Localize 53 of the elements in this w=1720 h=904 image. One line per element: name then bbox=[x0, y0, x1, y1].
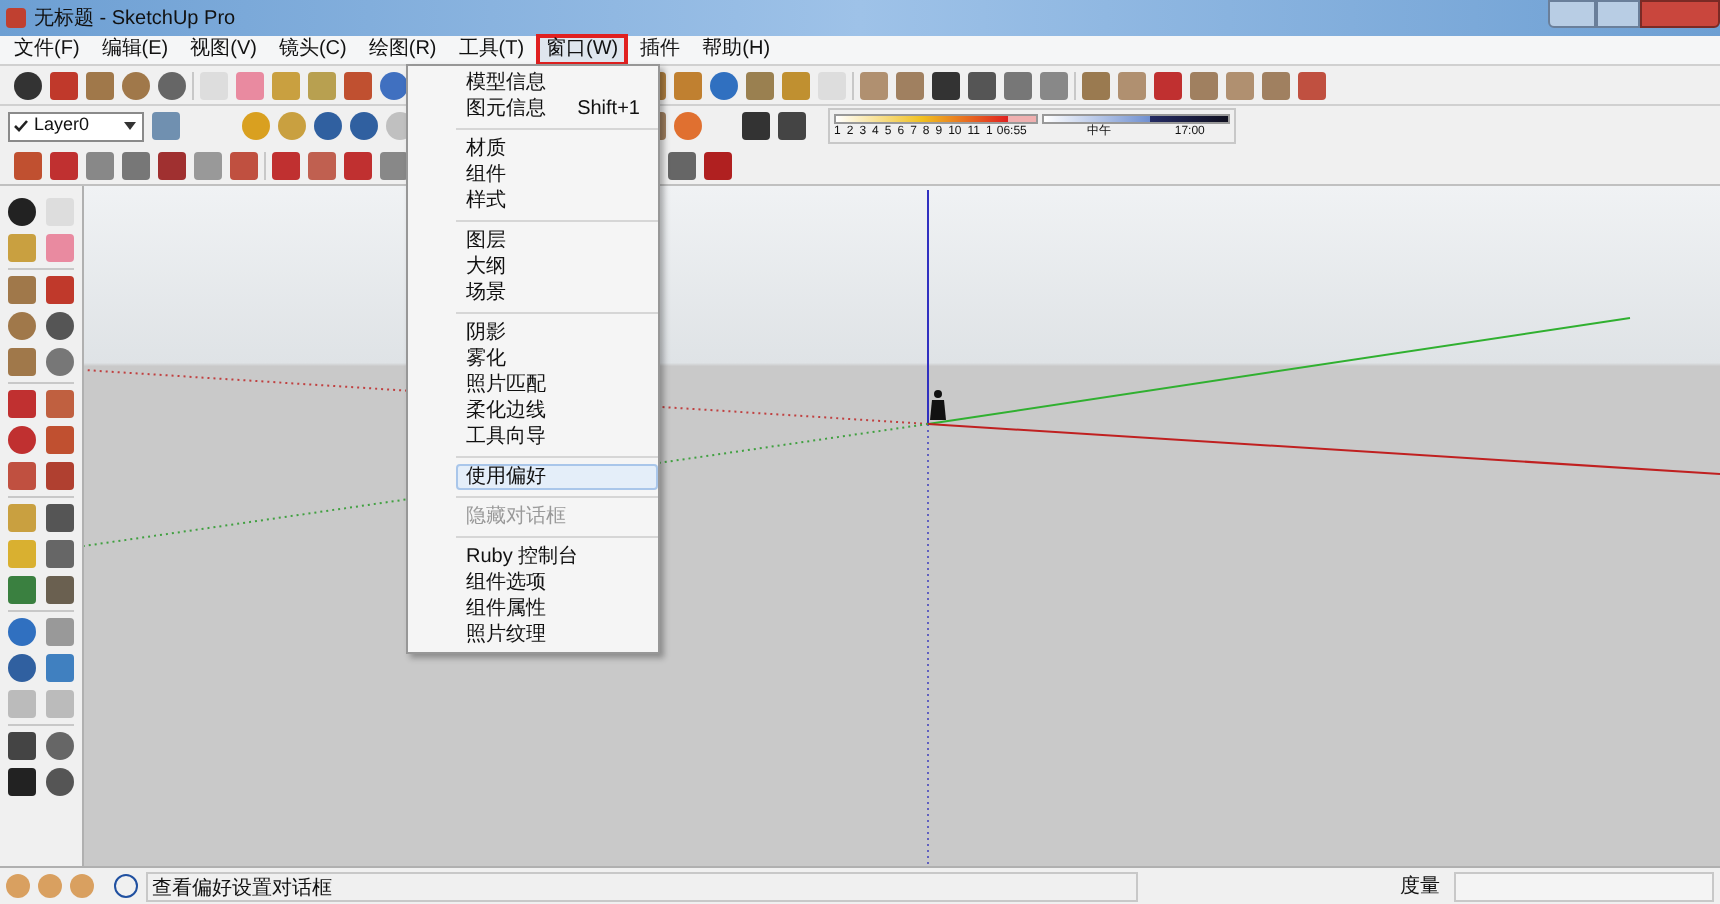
maximize-button[interactable] bbox=[1596, 0, 1640, 28]
measurement-label: 度量 bbox=[1398, 873, 1442, 901]
menu-bar-item[interactable]: 文件(F) bbox=[4, 34, 90, 66]
square-icon[interactable] bbox=[158, 151, 186, 179]
square-icon[interactable] bbox=[344, 151, 372, 179]
menu-item[interactable]: 组件属性 bbox=[456, 596, 658, 622]
minimize-button[interactable] bbox=[1548, 0, 1596, 28]
menu-bar-item[interactable]: 帮助(H) bbox=[692, 34, 781, 66]
shortcut-label: Shift+1 bbox=[577, 96, 640, 122]
menu-bar-item[interactable]: 镜头(C) bbox=[268, 34, 357, 66]
menu-bar-item[interactable]: 插件 bbox=[630, 34, 691, 66]
square-icon[interactable] bbox=[50, 151, 78, 179]
menu-item[interactable]: 样式 bbox=[456, 188, 658, 214]
menu-item[interactable]: 组件选项 bbox=[456, 570, 658, 596]
status-message: 查看偏好设置对话框 bbox=[146, 871, 1138, 901]
square-icon[interactable] bbox=[1154, 71, 1182, 99]
square-icon[interactable] bbox=[272, 151, 300, 179]
menu-bar-item[interactable]: 绘图(R) bbox=[358, 34, 447, 66]
square-icon[interactable] bbox=[50, 71, 78, 99]
close-button[interactable] bbox=[1640, 0, 1720, 28]
menu-bar-item[interactable]: 编辑(E) bbox=[91, 34, 179, 66]
menu-item[interactable]: 使用偏好 bbox=[456, 464, 658, 490]
menu-item[interactable]: 组件 bbox=[456, 162, 658, 188]
menu-item[interactable]: 图元信息 Shift+1 bbox=[408, 96, 658, 122]
menu-item[interactable]: 图层 bbox=[456, 228, 658, 254]
square-icon[interactable] bbox=[932, 71, 960, 99]
person-figure bbox=[930, 390, 946, 420]
menu-bar-item[interactable]: 工具(T) bbox=[448, 34, 535, 66]
menu-item[interactable]: 雾化 bbox=[456, 346, 658, 372]
app-icon bbox=[6, 8, 26, 28]
menu-bar-item[interactable]: 窗口(W) bbox=[536, 34, 629, 66]
square-icon[interactable] bbox=[704, 151, 732, 179]
menu-bar-item[interactable]: 视图(V) bbox=[180, 34, 267, 66]
time-slider[interactable] bbox=[1042, 113, 1230, 123]
menu-item[interactable]: 柔化边线 bbox=[456, 398, 658, 424]
menu-item[interactable]: 阴影 bbox=[456, 320, 658, 346]
layer-select[interactable]: Layer0 bbox=[8, 111, 144, 141]
menu-item[interactable]: Ruby 控制台 bbox=[456, 544, 658, 570]
square-icon[interactable] bbox=[668, 151, 696, 179]
menu-item[interactable]: 材质 bbox=[456, 136, 658, 162]
window-title: 无标题 - SketchUp Pro bbox=[34, 5, 236, 33]
menu-item[interactable]: 场景 bbox=[456, 280, 658, 306]
menu-item[interactable]: 工具向导 bbox=[456, 424, 658, 450]
menu-item[interactable]: 照片匹配 bbox=[456, 372, 658, 398]
measurement-field[interactable] bbox=[1454, 871, 1714, 901]
menu-item[interactable]: 照片纹理 bbox=[456, 622, 658, 648]
square-icon[interactable] bbox=[968, 71, 996, 99]
dropdown-arrow-icon bbox=[124, 122, 136, 130]
menu-item[interactable]: 大纲 bbox=[456, 254, 658, 280]
menu-item[interactable]: 模型信息 bbox=[408, 70, 658, 96]
help-icon[interactable] bbox=[114, 874, 138, 898]
check-icon bbox=[14, 120, 28, 132]
month-slider[interactable] bbox=[834, 113, 1038, 123]
